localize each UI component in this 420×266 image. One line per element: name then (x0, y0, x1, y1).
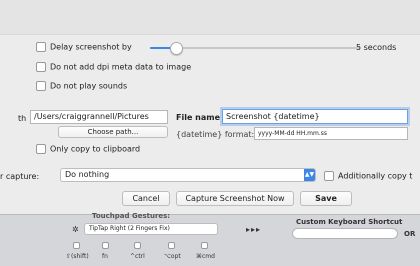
after-capture-label: r capture: (0, 172, 40, 181)
path-label-fragment: th (18, 114, 27, 123)
screenshot-options-dialog: Delay screenshot by 5 seconds Do not add… (0, 0, 420, 215)
mod-opt-label: ⌥opt (164, 253, 181, 260)
capture-now-button[interactable]: Capture Screenshot Now (176, 191, 294, 206)
dpi-row: Do not add dpi meta data to image (36, 62, 191, 72)
gesture-selected: TipTap Right (2 Fingers Fix) (89, 225, 170, 232)
path-field[interactable]: /Users/craiggrannell/Pictures (30, 110, 168, 124)
mod-cmd-checkbox[interactable] (201, 242, 212, 249)
screenshot-window: Delay screenshot by 5 seconds Do not add… (0, 0, 420, 266)
background-app-panel: Touchpad Gestures: ✲ TipTap Right (2 Fin… (0, 212, 420, 266)
arrows-icon: ▸▸▸ (246, 225, 262, 234)
custom-shortcut-label: Custom Keyboard Shortcut (296, 218, 403, 226)
datetime-format-label: {datetime} format: (176, 130, 255, 139)
delay-slider[interactable] (150, 42, 360, 55)
select-arrows-icon: ▲▼ (304, 169, 315, 181)
dialog-top-strip (0, 0, 420, 35)
mod-ctrl-label: ^ctrl (130, 253, 145, 260)
save-button[interactable]: Save (300, 191, 352, 206)
cancel-button[interactable]: Cancel (122, 191, 170, 206)
after-capture-selected: Do nothing (65, 170, 110, 179)
gestures-label: Touchpad Gestures: (92, 212, 171, 220)
shortcut-field[interactable] (292, 228, 398, 239)
delay-checkbox[interactable] (36, 42, 46, 52)
delay-value: 5 seconds (356, 43, 397, 52)
choose-path-button[interactable]: Choose path... (58, 126, 168, 138)
additionally-copy-row: Additionally copy t (324, 171, 412, 181)
gear-icon[interactable]: ✲ (72, 225, 79, 234)
sounds-checkbox[interactable] (36, 81, 46, 91)
delay-slider-knob[interactable] (170, 42, 184, 55)
sounds-row: Do not play sounds (36, 81, 127, 91)
mod-fn-label: fn (102, 253, 108, 260)
sounds-label: Do not play sounds (50, 81, 128, 91)
additionally-copy-checkbox[interactable] (324, 171, 334, 181)
datetime-format-field[interactable]: yyyy-MM-dd HH.mm.ss (254, 127, 408, 140)
file-name-field[interactable]: Screenshot {datetime} (222, 109, 408, 124)
mod-fn-checkbox[interactable] (102, 242, 113, 249)
dpi-label: Do not add dpi meta data to image (50, 62, 192, 72)
dpi-checkbox[interactable] (36, 62, 46, 72)
mod-ctrl-checkbox[interactable] (134, 242, 145, 249)
mod-shift-checkbox[interactable] (73, 242, 84, 249)
additionally-copy-label: Additionally copy t (338, 171, 413, 181)
clipboard-label: Only copy to clipboard (50, 144, 141, 154)
gesture-select[interactable]: TipTap Right (2 Fingers Fix) (84, 223, 218, 235)
clipboard-checkbox[interactable] (36, 144, 46, 154)
delay-label: Delay screenshot by (50, 42, 132, 52)
clipboard-row: Only copy to clipboard (36, 144, 140, 154)
mod-opt-checkbox[interactable] (168, 242, 179, 249)
file-name-label: File name (176, 113, 221, 122)
mod-shift-label: ⇧(shift) (66, 253, 89, 260)
mod-cmd-label: ⌘cmd (196, 253, 215, 260)
or-label: OR (404, 230, 416, 238)
after-capture-select[interactable]: Do nothing ▲▼ (60, 168, 316, 182)
delay-row: Delay screenshot by (36, 42, 132, 52)
